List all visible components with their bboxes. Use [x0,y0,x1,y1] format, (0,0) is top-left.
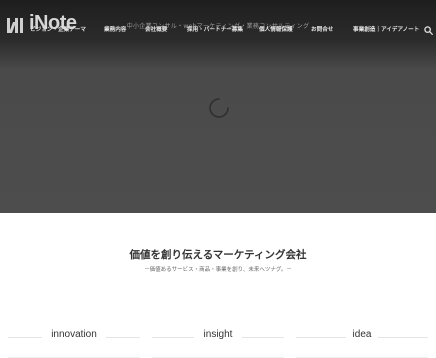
hero-section: iNote 中小企業コンサル・webマーケティング・業務コンサルティング ビジョ… [0,0,436,213]
nav-item-services[interactable]: 業務内容 [104,26,126,34]
page-subline: －価値あるサービス・商品・事業を創り、未来へツナグ。－ [144,267,292,273]
nav-item-vision[interactable]: ビジョン・企業テーマ [30,26,86,34]
search-icon[interactable] [424,26,433,35]
nav-item-company[interactable]: 会社概要 [145,26,167,34]
page-headline: 価値を創り伝えるマーケティング会社 [129,249,307,261]
spinner-icon [209,98,229,118]
nav-item-contact[interactable]: お問合せ [311,26,333,34]
column-title: insight [203,329,233,340]
nav-item-privacy[interactable]: 個人情報保護 [259,26,293,34]
column-title: idea [352,329,372,340]
divider-right [242,337,284,338]
column-title: innovation [51,329,97,340]
nav-item-recruit[interactable]: 採用・パートナー募集 [187,26,243,34]
main-nav: ビジョン・企業テーマ 業務内容 会社概要 採用・パートナー募集 個人情報保護 お… [30,26,436,38]
divider-right [106,337,140,338]
column-innovation: innovation [8,329,140,358]
divider-right [378,337,428,338]
column-idea: idea [296,329,428,358]
nav-item-idea-note[interactable]: 事業創造｜アイデアノート [353,26,419,34]
column-insight: insight [152,329,284,358]
intro-section: 価値を創り伝えるマーケティング会社 －価値あるサービス・商品・事業を創り、未来へ… [0,213,436,358]
